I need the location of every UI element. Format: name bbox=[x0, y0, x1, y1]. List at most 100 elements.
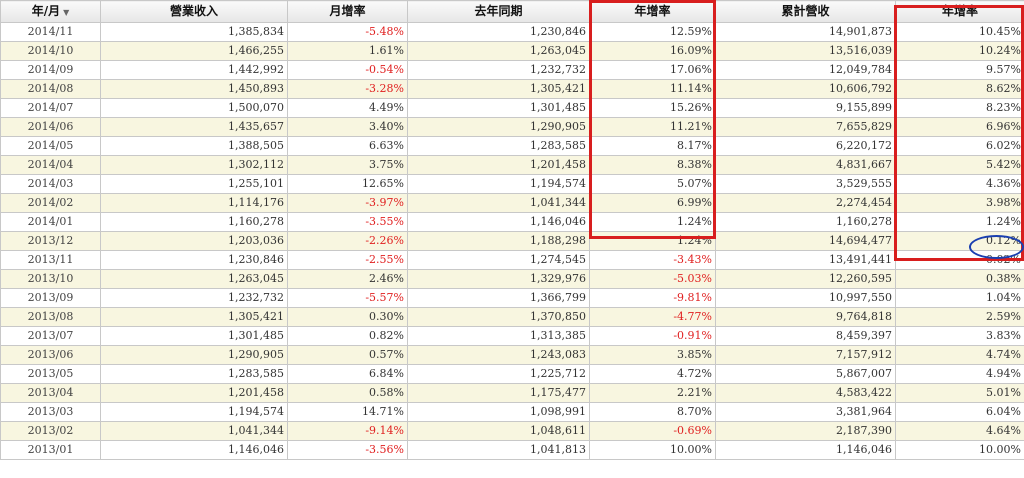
cell-cumulative: 12,260,595 bbox=[715, 268, 896, 289]
cell-cum-yoy: 3.83% bbox=[895, 325, 1024, 346]
table-row: 2014/11 1,385,834 -5.48% 1,230,846 12.59% 14,… bbox=[0, 21, 1024, 42]
cell-mom: 0.30% bbox=[287, 306, 408, 327]
cell-yoy: 15.26% bbox=[589, 97, 716, 118]
cell-year-month: 2013/09 bbox=[0, 287, 101, 308]
cell-year-month: 2013/11 bbox=[0, 249, 101, 270]
cell-yoy: 1.24% bbox=[589, 211, 716, 232]
cell-yoy: -0.69% bbox=[589, 420, 716, 441]
table-row: 2013/12 1,203,036 -2.26% 1,188,298 1.24% 14,6… bbox=[0, 230, 1024, 251]
cell-last-year: 1,329,976 bbox=[407, 268, 590, 289]
cell-cum-yoy: 6.02% bbox=[895, 135, 1024, 156]
col-header-mom[interactable]: 月增率 bbox=[287, 0, 408, 23]
cell-last-year: 1,041,344 bbox=[407, 192, 590, 213]
cell-cum-yoy: 8.23% bbox=[895, 97, 1024, 118]
cell-revenue: 1,290,905 bbox=[100, 344, 288, 365]
cell-revenue: 1,203,036 bbox=[100, 230, 288, 251]
cell-revenue: 1,255,101 bbox=[100, 173, 288, 194]
table-row: 2014/08 1,450,893 -3.28% 1,305,421 11.14% 10,… bbox=[0, 78, 1024, 99]
cell-revenue: 1,388,505 bbox=[100, 135, 288, 156]
cell-yoy: 16.09% bbox=[589, 40, 716, 61]
cell-mom: -2.26% bbox=[287, 230, 408, 251]
cell-last-year: 1,146,046 bbox=[407, 211, 590, 232]
cell-last-year: 1,366,799 bbox=[407, 287, 590, 308]
cell-last-year: 1,283,585 bbox=[407, 135, 590, 156]
col-header-cum-yoy[interactable]: 年增率 bbox=[895, 0, 1024, 23]
cell-cumulative: 13,491,441 bbox=[715, 249, 896, 270]
cell-cumulative: 5,867,007 bbox=[715, 363, 896, 384]
cell-cum-yoy: 10.24% bbox=[895, 40, 1024, 61]
cell-cum-yoy: 2.59% bbox=[895, 306, 1024, 327]
table-row: 2014/09 1,442,992 -0.54% 1,232,732 17.06% 12,… bbox=[0, 59, 1024, 80]
cell-year-month: 2014/04 bbox=[0, 154, 101, 175]
cell-last-year: 1,201,458 bbox=[407, 154, 590, 175]
cell-year-month: 2014/02 bbox=[0, 192, 101, 213]
cell-revenue: 1,450,893 bbox=[100, 78, 288, 99]
cell-yoy: 2.21% bbox=[589, 382, 716, 403]
cell-mom: 6.84% bbox=[287, 363, 408, 384]
table-row: 2013/05 1,283,585 6.84% 1,225,712 4.72% 5,867… bbox=[0, 363, 1024, 384]
cell-year-month: 2013/05 bbox=[0, 363, 101, 384]
col-header-revenue[interactable]: 營業收入 bbox=[100, 0, 288, 23]
table-row: 2013/11 1,230,846 -2.55% 1,274,545 -3.43% 13,… bbox=[0, 249, 1024, 270]
cell-cum-yoy: 10.45% bbox=[895, 21, 1024, 42]
cell-last-year: 1,301,485 bbox=[407, 97, 590, 118]
table-header-row: 年/月 ▼ 營業收入 月增率 去年同期 年增率 累計營收 年增率 bbox=[0, 0, 1024, 23]
col-header-label: 年/月 bbox=[31, 4, 61, 18]
cell-revenue: 1,201,458 bbox=[100, 382, 288, 403]
cell-last-year: 1,290,905 bbox=[407, 116, 590, 137]
table-body: 2014/11 1,385,834 -5.48% 1,230,846 12.59% 14,… bbox=[0, 21, 1024, 460]
table-row: 2013/04 1,201,458 0.58% 1,175,477 2.21% 4,583… bbox=[0, 382, 1024, 403]
cell-cum-yoy: 6.04% bbox=[895, 401, 1024, 422]
cell-cumulative: 4,831,667 bbox=[715, 154, 896, 175]
cell-cumulative: 6,220,172 bbox=[715, 135, 896, 156]
cell-cum-yoy: 8.62% bbox=[895, 78, 1024, 99]
cell-last-year: 1,305,421 bbox=[407, 78, 590, 99]
cell-mom: 12.65% bbox=[287, 173, 408, 194]
cell-cumulative: 12,049,784 bbox=[715, 59, 896, 80]
col-header-cumulative[interactable]: 累計營收 bbox=[715, 0, 896, 23]
cell-yoy: 17.06% bbox=[589, 59, 716, 80]
cell-yoy: 1.24% bbox=[589, 230, 716, 251]
table-row: 2014/03 1,255,101 12.65% 1,194,574 5.07% 3,52… bbox=[0, 173, 1024, 194]
cell-yoy: 8.38% bbox=[589, 154, 716, 175]
cell-last-year: 1,194,574 bbox=[407, 173, 590, 194]
cell-year-month: 2013/04 bbox=[0, 382, 101, 403]
cell-last-year: 1,098,991 bbox=[407, 401, 590, 422]
cell-cumulative: 14,901,873 bbox=[715, 21, 896, 42]
cell-year-month: 2014/11 bbox=[0, 21, 101, 42]
cell-year-month: 2013/08 bbox=[0, 306, 101, 327]
cell-last-year: 1,274,545 bbox=[407, 249, 590, 270]
cell-cum-yoy: 4.94% bbox=[895, 363, 1024, 384]
cell-year-month: 2013/06 bbox=[0, 344, 101, 365]
cell-mom: 6.63% bbox=[287, 135, 408, 156]
cell-revenue: 1,041,344 bbox=[100, 420, 288, 441]
cell-mom: 1.61% bbox=[287, 40, 408, 61]
cell-mom: 3.40% bbox=[287, 116, 408, 137]
cell-cum-yoy: 4.36% bbox=[895, 173, 1024, 194]
col-header-last-year[interactable]: 去年同期 bbox=[407, 0, 590, 23]
cell-cum-yoy: 9.57% bbox=[895, 59, 1024, 80]
cell-cum-yoy: 4.74% bbox=[895, 344, 1024, 365]
sort-down-icon[interactable]: ▼ bbox=[63, 7, 69, 17]
cell-yoy: -3.43% bbox=[589, 249, 716, 270]
cell-cumulative: 4,583,422 bbox=[715, 382, 896, 403]
cell-cum-yoy: 0.12% bbox=[895, 230, 1024, 251]
cell-last-year: 1,243,083 bbox=[407, 344, 590, 365]
cell-cum-yoy: 4.64% bbox=[895, 420, 1024, 441]
cell-year-month: 2013/07 bbox=[0, 325, 101, 346]
cell-yoy: -5.03% bbox=[589, 268, 716, 289]
col-header-year-month[interactable]: 年/月 ▼ bbox=[0, 0, 101, 23]
cell-yoy: 11.21% bbox=[589, 116, 716, 137]
cell-yoy: 4.72% bbox=[589, 363, 716, 384]
cell-yoy: -4.77% bbox=[589, 306, 716, 327]
col-header-yoy[interactable]: 年增率 bbox=[589, 0, 716, 23]
cell-year-month: 2013/03 bbox=[0, 401, 101, 422]
cell-yoy: 6.99% bbox=[589, 192, 716, 213]
cell-year-month: 2014/03 bbox=[0, 173, 101, 194]
cell-year-month: 2014/06 bbox=[0, 116, 101, 137]
cell-mom: -3.28% bbox=[287, 78, 408, 99]
cell-cumulative: 13,516,039 bbox=[715, 40, 896, 61]
cell-cumulative: 3,529,555 bbox=[715, 173, 896, 194]
cell-revenue: 1,466,255 bbox=[100, 40, 288, 61]
cell-last-year: 1,313,385 bbox=[407, 325, 590, 346]
